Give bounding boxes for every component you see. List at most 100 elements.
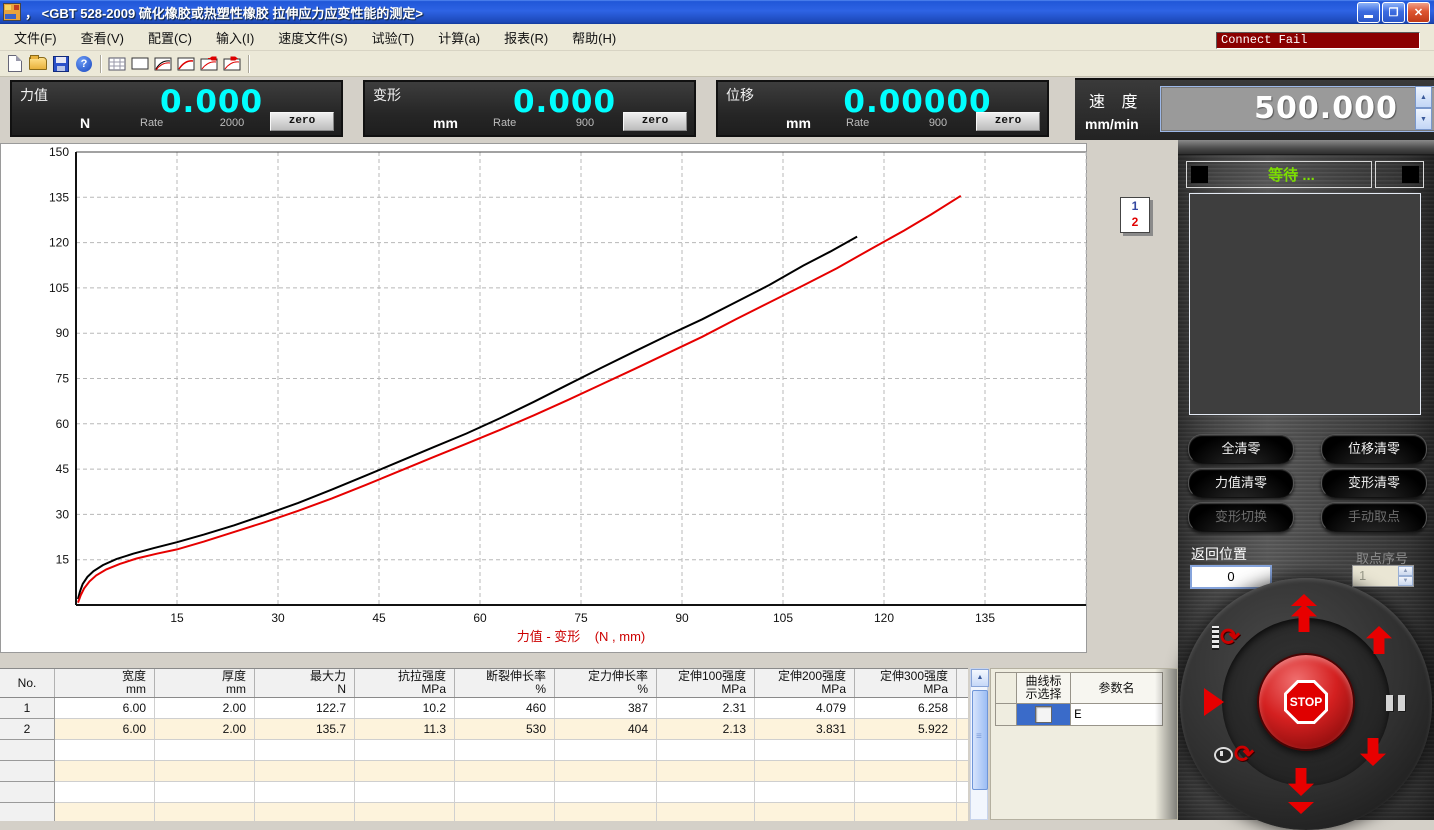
curve-mark-cell[interactable] (1017, 704, 1071, 726)
stop-sign-border: STOP (1284, 680, 1328, 724)
speed-down-button[interactable]: ▼ (1415, 108, 1432, 130)
menu-item-8[interactable]: 帮助(H) (562, 25, 626, 50)
table-row-5[interactable] (0, 782, 968, 803)
panel-button-4[interactable]: 变形切换 (1188, 502, 1294, 532)
value-cell (455, 782, 555, 803)
value-cell (657, 782, 755, 803)
value-cell (755, 782, 855, 803)
stop-button[interactable]: STOP (1257, 653, 1355, 751)
curve-page-selector[interactable]: 1 2 (1120, 197, 1150, 233)
deformation-zero-button[interactable]: zero (623, 112, 687, 131)
value-cell (155, 761, 255, 782)
value-cell: 135.7 (255, 719, 355, 740)
rate-label: Rate (493, 117, 516, 129)
svg-text:105: 105 (49, 281, 69, 295)
menu-item-6[interactable]: 计算(a) (428, 25, 490, 50)
report-grid-icon (108, 57, 126, 71)
jog-pause-button[interactable] (1386, 695, 1405, 711)
menu-item-1[interactable]: 查看(V) (71, 25, 134, 50)
value-cell (855, 782, 957, 803)
svg-text:45: 45 (56, 462, 70, 476)
row-number-cell (0, 803, 55, 821)
close-button[interactable]: ✕ (1407, 2, 1430, 23)
value-cell (755, 740, 855, 761)
table-row-1[interactable]: 16.002.00122.710.24603872.314.0796.258 (0, 698, 968, 719)
panel-button-2[interactable]: 力值清零 (1188, 468, 1294, 498)
menu-item-4[interactable]: 速度文件(S) (268, 25, 357, 50)
deformation-meter-unit: mm (433, 115, 458, 131)
value-cell (555, 803, 657, 821)
value-cell (855, 761, 957, 782)
menu-item-3[interactable]: 输入(I) (206, 25, 264, 50)
curve-chart-icon (177, 57, 195, 71)
rate-value: 900 (903, 117, 973, 129)
return-position-input[interactable]: 0 (1190, 565, 1272, 589)
row-selector-cell[interactable] (995, 704, 1017, 726)
force-zero-button[interactable]: zero (270, 112, 334, 131)
value-cell: 2.00 (155, 719, 255, 740)
jog-mode-down-icon[interactable]: ⟳ (1214, 744, 1254, 766)
svg-text:45: 45 (372, 611, 386, 625)
displacement-zero-button[interactable]: zero (976, 112, 1040, 131)
panel-button-5[interactable]: 手动取点 (1321, 502, 1427, 532)
report-grid-button[interactable] (106, 53, 128, 74)
restore-button[interactable]: ❐ (1382, 2, 1405, 23)
panel-button-3[interactable]: 变形清零 (1321, 468, 1427, 498)
value-cell-filler (957, 782, 968, 803)
return-position-label: 返回位置 (1191, 544, 1247, 564)
menu-bar: 文件(F)查看(V)配置(C)输入(I)速度文件(S)试验(T)计算(a)报表(… (0, 24, 1434, 51)
point-index-down-button[interactable]: ▼ (1398, 576, 1413, 586)
speed-value-input[interactable]: 500.000 (1160, 86, 1434, 132)
dual-curve-chart-button[interactable] (152, 53, 174, 74)
table-row-2[interactable]: 26.002.00135.711.35304042.133.8315.922 (0, 719, 968, 740)
speed-up-button[interactable]: ▲ (1415, 86, 1432, 108)
save-button[interactable] (50, 53, 72, 74)
menu-item-7[interactable]: 报表(R) (494, 25, 558, 50)
point-index-up-button[interactable]: ▲ (1398, 566, 1413, 576)
value-cell: 460 (455, 698, 555, 719)
scrollbar-up-button[interactable]: ▲ (971, 669, 989, 687)
menu-item-2[interactable]: 配置(C) (138, 25, 202, 50)
row-number-cell: 2 (0, 719, 55, 740)
jog-mode-up-icon[interactable]: ⟳ (1212, 626, 1240, 650)
help-button[interactable]: ? (73, 53, 95, 74)
new-file-icon (8, 55, 22, 72)
table-row-4[interactable] (0, 761, 968, 782)
results-table-header: No.宽度mm厚度mm最大力N抗拉强度MPa断裂伸长率%定力伸长率%定伸100强… (0, 669, 968, 698)
minimize-button[interactable] (1357, 2, 1380, 23)
open-file-button[interactable] (27, 53, 49, 74)
table-row-6[interactable] (0, 803, 968, 821)
svg-text:30: 30 (271, 611, 285, 625)
table-row-3[interactable] (0, 740, 968, 761)
value-cell (855, 740, 957, 761)
svg-text:30: 30 (56, 507, 70, 521)
svg-text:75: 75 (56, 372, 70, 386)
value-cell (355, 761, 455, 782)
scrollbar-thumb[interactable] (972, 690, 988, 790)
menu-item-5[interactable]: 试验(T) (362, 25, 425, 50)
column-header-3: 最大力N (255, 669, 355, 697)
panel-button-1[interactable]: 位移清零 (1321, 434, 1427, 464)
force-deformation-chart: 1530456075901051201351501530456075901051… (1, 144, 1087, 650)
panel-button-0[interactable]: 全清零 (1188, 434, 1294, 464)
column-header-6: 定力伸长率% (555, 669, 657, 697)
param-name-header: 参数名 (1071, 672, 1163, 704)
value-cell-filler (957, 803, 968, 821)
svg-text:120: 120 (874, 611, 894, 625)
blank-page-button[interactable] (129, 53, 151, 74)
jog-fast-down-button[interactable] (1288, 802, 1314, 814)
table-scrollbar[interactable]: ▲ (970, 668, 988, 820)
curve-chart-button[interactable] (175, 53, 197, 74)
new-file-button[interactable] (4, 53, 26, 74)
speed-spinner: ▲ ▼ (1415, 86, 1432, 130)
menu-item-0[interactable]: 文件(F) (4, 25, 67, 50)
curve-import-button[interactable] (198, 53, 220, 74)
svg-text:90: 90 (675, 611, 689, 625)
jog-play-button[interactable] (1204, 688, 1224, 716)
param-name-cell[interactable]: E (1071, 704, 1163, 726)
status-indicator-left (1191, 166, 1208, 183)
curve-mark-checkbox[interactable] (1035, 706, 1052, 723)
row-number-cell: 1 (0, 698, 55, 719)
curve-export-button[interactable] (221, 53, 243, 74)
displacement-meter-panel: 位移 0.00000 mm Rate 900 zero (716, 80, 1049, 137)
